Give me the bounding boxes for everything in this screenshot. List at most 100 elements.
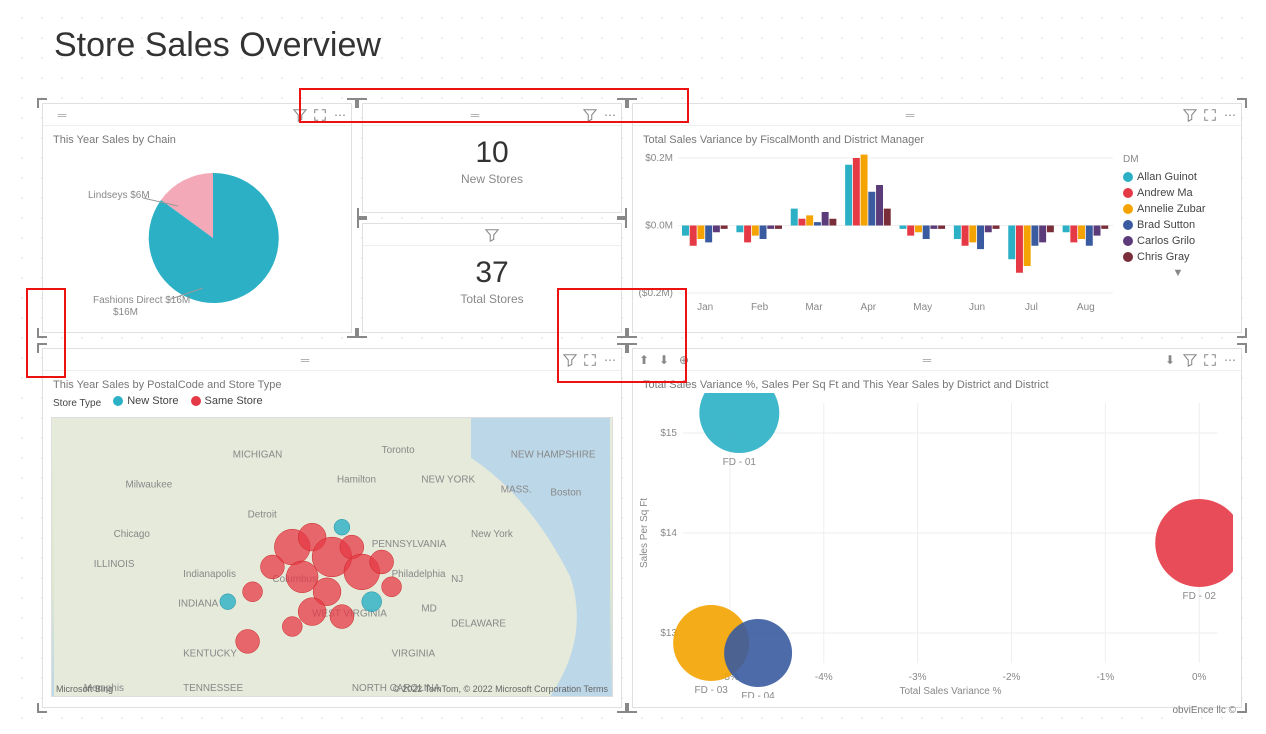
drill-down-icon[interactable]: ⬇ [657, 353, 671, 367]
focus-mode-icon[interactable] [583, 353, 597, 367]
svg-text:Milwaukee: Milwaukee [125, 480, 172, 491]
svg-text:Mar: Mar [805, 302, 823, 313]
pie-title: This Year Sales by Chain [43, 126, 351, 148]
filter-icon[interactable] [1183, 353, 1197, 367]
svg-text:Detroit: Detroit [248, 509, 277, 520]
svg-text:Chicago: Chicago [114, 529, 151, 540]
card-label: Total Stores [363, 292, 621, 306]
svg-text:MICHIGAN: MICHIGAN [233, 450, 283, 461]
svg-text:-1%: -1% [1096, 672, 1114, 683]
svg-text:Lindseys $6M: Lindseys $6M [88, 190, 150, 201]
more-options-icon[interactable]: ⋯ [603, 108, 617, 122]
filter-icon[interactable] [293, 108, 307, 122]
svg-text:FD - 01: FD - 01 [723, 457, 757, 468]
more-options-icon[interactable]: ⋯ [603, 353, 617, 367]
map-visual[interactable]: ═ ⋯ This Year Sales by PostalCode and St… [42, 348, 622, 708]
variance-bar-chart: $0.2M $0.0M ($0.2M) Jan Feb Mar Apr May Jun Jul Au… [633, 148, 1123, 318]
scatter-visual[interactable]: ⬆ ⬇ ⊕ ═ ⬇ ⋯ Total Sales Variance %, Sale… [632, 348, 1242, 708]
filter-icon[interactable] [583, 108, 597, 122]
visual-header: ═ ⋯ [633, 104, 1241, 126]
map-attribution-right[interactable]: © 2022 TomTom, © 2022 Microsoft Corporat… [393, 684, 608, 694]
focus-mode-icon[interactable] [1203, 353, 1217, 367]
focus-mode-icon[interactable] [1203, 108, 1217, 122]
svg-text:NEW YORK: NEW YORK [421, 475, 475, 486]
svg-text:Fashions Direct $16M: Fashions Direct $16M [93, 295, 190, 306]
svg-text:-4%: -4% [815, 672, 833, 683]
svg-text:TENNESSEE: TENNESSEE [183, 683, 243, 694]
page-title: Store Sales Overview [54, 26, 381, 65]
svg-text:KENTUCKY: KENTUCKY [183, 648, 237, 659]
svg-text:INDIANA: INDIANA [178, 599, 219, 610]
svg-text:DELAWARE: DELAWARE [451, 619, 506, 630]
svg-text:Boston: Boston [550, 487, 581, 498]
card-total-stores[interactable]: 37 Total Stores [362, 223, 622, 333]
svg-text:NEW HAMPSHIRE: NEW HAMPSHIRE [511, 450, 596, 461]
map-title: This Year Sales by PostalCode and Store … [43, 371, 621, 393]
filter-icon[interactable] [1183, 108, 1197, 122]
svg-text:Hamilton: Hamilton [337, 475, 376, 486]
variance-legend: DM Allan GuinotAndrew MaAnnelie ZubarBra… [1123, 148, 1233, 318]
visual-header: ═ ⋯ [363, 104, 621, 126]
svg-text:VIRGINIA: VIRGINIA [392, 648, 436, 659]
variance-bar-visual[interactable]: ═ ⋯ Total Sales Variance by FiscalMonth … [632, 103, 1242, 333]
map-attribution-left: Microsoft Bing [56, 684, 113, 694]
svg-text:Indianapolis: Indianapolis [183, 569, 236, 580]
svg-text:NJ: NJ [451, 574, 463, 585]
drill-toggle-icon[interactable]: ⬇ [1163, 353, 1177, 367]
svg-text:Toronto: Toronto [382, 445, 416, 456]
svg-text:Total Sales Variance %: Total Sales Variance % [899, 686, 1001, 697]
drag-grip-icon[interactable]: ═ [912, 355, 942, 365]
visual-header: ═ ⋯ [43, 104, 351, 126]
filter-icon[interactable] [563, 353, 577, 367]
drill-up-icon[interactable]: ⬆ [637, 353, 651, 367]
card-label: New Stores [363, 172, 621, 186]
svg-text:Jun: Jun [969, 302, 985, 313]
scatter-title: Total Sales Variance %, Sales Per Sq Ft … [633, 371, 1241, 393]
drag-grip-icon[interactable]: ═ [290, 355, 320, 365]
svg-text:Philadelphia: Philadelphia [392, 569, 446, 580]
variance-title: Total Sales Variance by FiscalMonth and … [633, 126, 1241, 148]
svg-text:$0.2M: $0.2M [645, 153, 673, 164]
svg-text:Jul: Jul [1025, 302, 1038, 313]
svg-text:$0.0M: $0.0M [645, 221, 673, 232]
svg-text:ILLINOIS: ILLINOIS [94, 559, 135, 570]
pie-visual[interactable]: ═ ⋯ This Year Sales by Chain Lindseys $6… [42, 103, 352, 333]
card-value: 10 [363, 136, 621, 170]
visual-header: ═ ⋯ [43, 349, 621, 371]
svg-text:MD: MD [421, 604, 436, 615]
visual-header [363, 224, 621, 246]
svg-text:FD - 04: FD - 04 [741, 691, 775, 698]
map-body[interactable]: MICHIGAN Toronto Milwaukee Hamilton NEW YO… [51, 417, 613, 697]
filter-icon[interactable] [485, 228, 499, 242]
drag-grip-icon[interactable]: ═ [460, 110, 490, 120]
svg-text:$14: $14 [660, 528, 677, 539]
map-legend: Store Type New Store Same Store [43, 393, 621, 413]
svg-text:Sales Per Sq Ft: Sales Per Sq Ft [639, 498, 650, 568]
scatter-chart: $15$14$13-5%-4%-3%-2%-1%0%Total Sales Va… [633, 393, 1233, 698]
svg-text:$16M: $16M [113, 307, 138, 318]
focus-mode-icon[interactable] [313, 108, 327, 122]
drag-grip-icon[interactable]: ═ [895, 110, 925, 120]
svg-text:PENNSYLVANIA: PENNSYLVANIA [372, 539, 447, 550]
svg-text:$15: $15 [660, 428, 677, 439]
pie-chart: Lindseys $6M Fashions Direct $16M $16M [43, 148, 343, 328]
svg-text:Feb: Feb [751, 302, 769, 313]
svg-text:FD - 02: FD - 02 [1183, 591, 1217, 602]
visual-header: ⬆ ⬇ ⊕ ═ ⬇ ⋯ [633, 349, 1241, 371]
card-value: 37 [363, 256, 621, 290]
svg-text:May: May [913, 302, 932, 313]
more-options-icon[interactable]: ⋯ [1223, 108, 1237, 122]
report-canvas[interactable]: Store Sales Overview ═ ⋯ This Year Sales… [12, 8, 1254, 722]
svg-text:New York: New York [471, 529, 513, 540]
card-new-stores[interactable]: ═ ⋯ 10 New Stores [362, 103, 622, 213]
svg-text:($0.2M): ($0.2M) [639, 288, 673, 299]
svg-text:Jan: Jan [697, 302, 713, 313]
more-options-icon[interactable]: ⋯ [333, 108, 347, 122]
svg-text:FD - 03: FD - 03 [694, 685, 728, 696]
expand-hierarchy-icon[interactable]: ⊕ [677, 353, 691, 367]
drag-grip-icon[interactable]: ═ [47, 110, 77, 120]
more-options-icon[interactable]: ⋯ [1223, 353, 1237, 367]
svg-text:Aug: Aug [1077, 302, 1095, 313]
copyright-attribution: obviEnce llc © [1172, 705, 1236, 716]
svg-text:Apr: Apr [861, 302, 877, 313]
